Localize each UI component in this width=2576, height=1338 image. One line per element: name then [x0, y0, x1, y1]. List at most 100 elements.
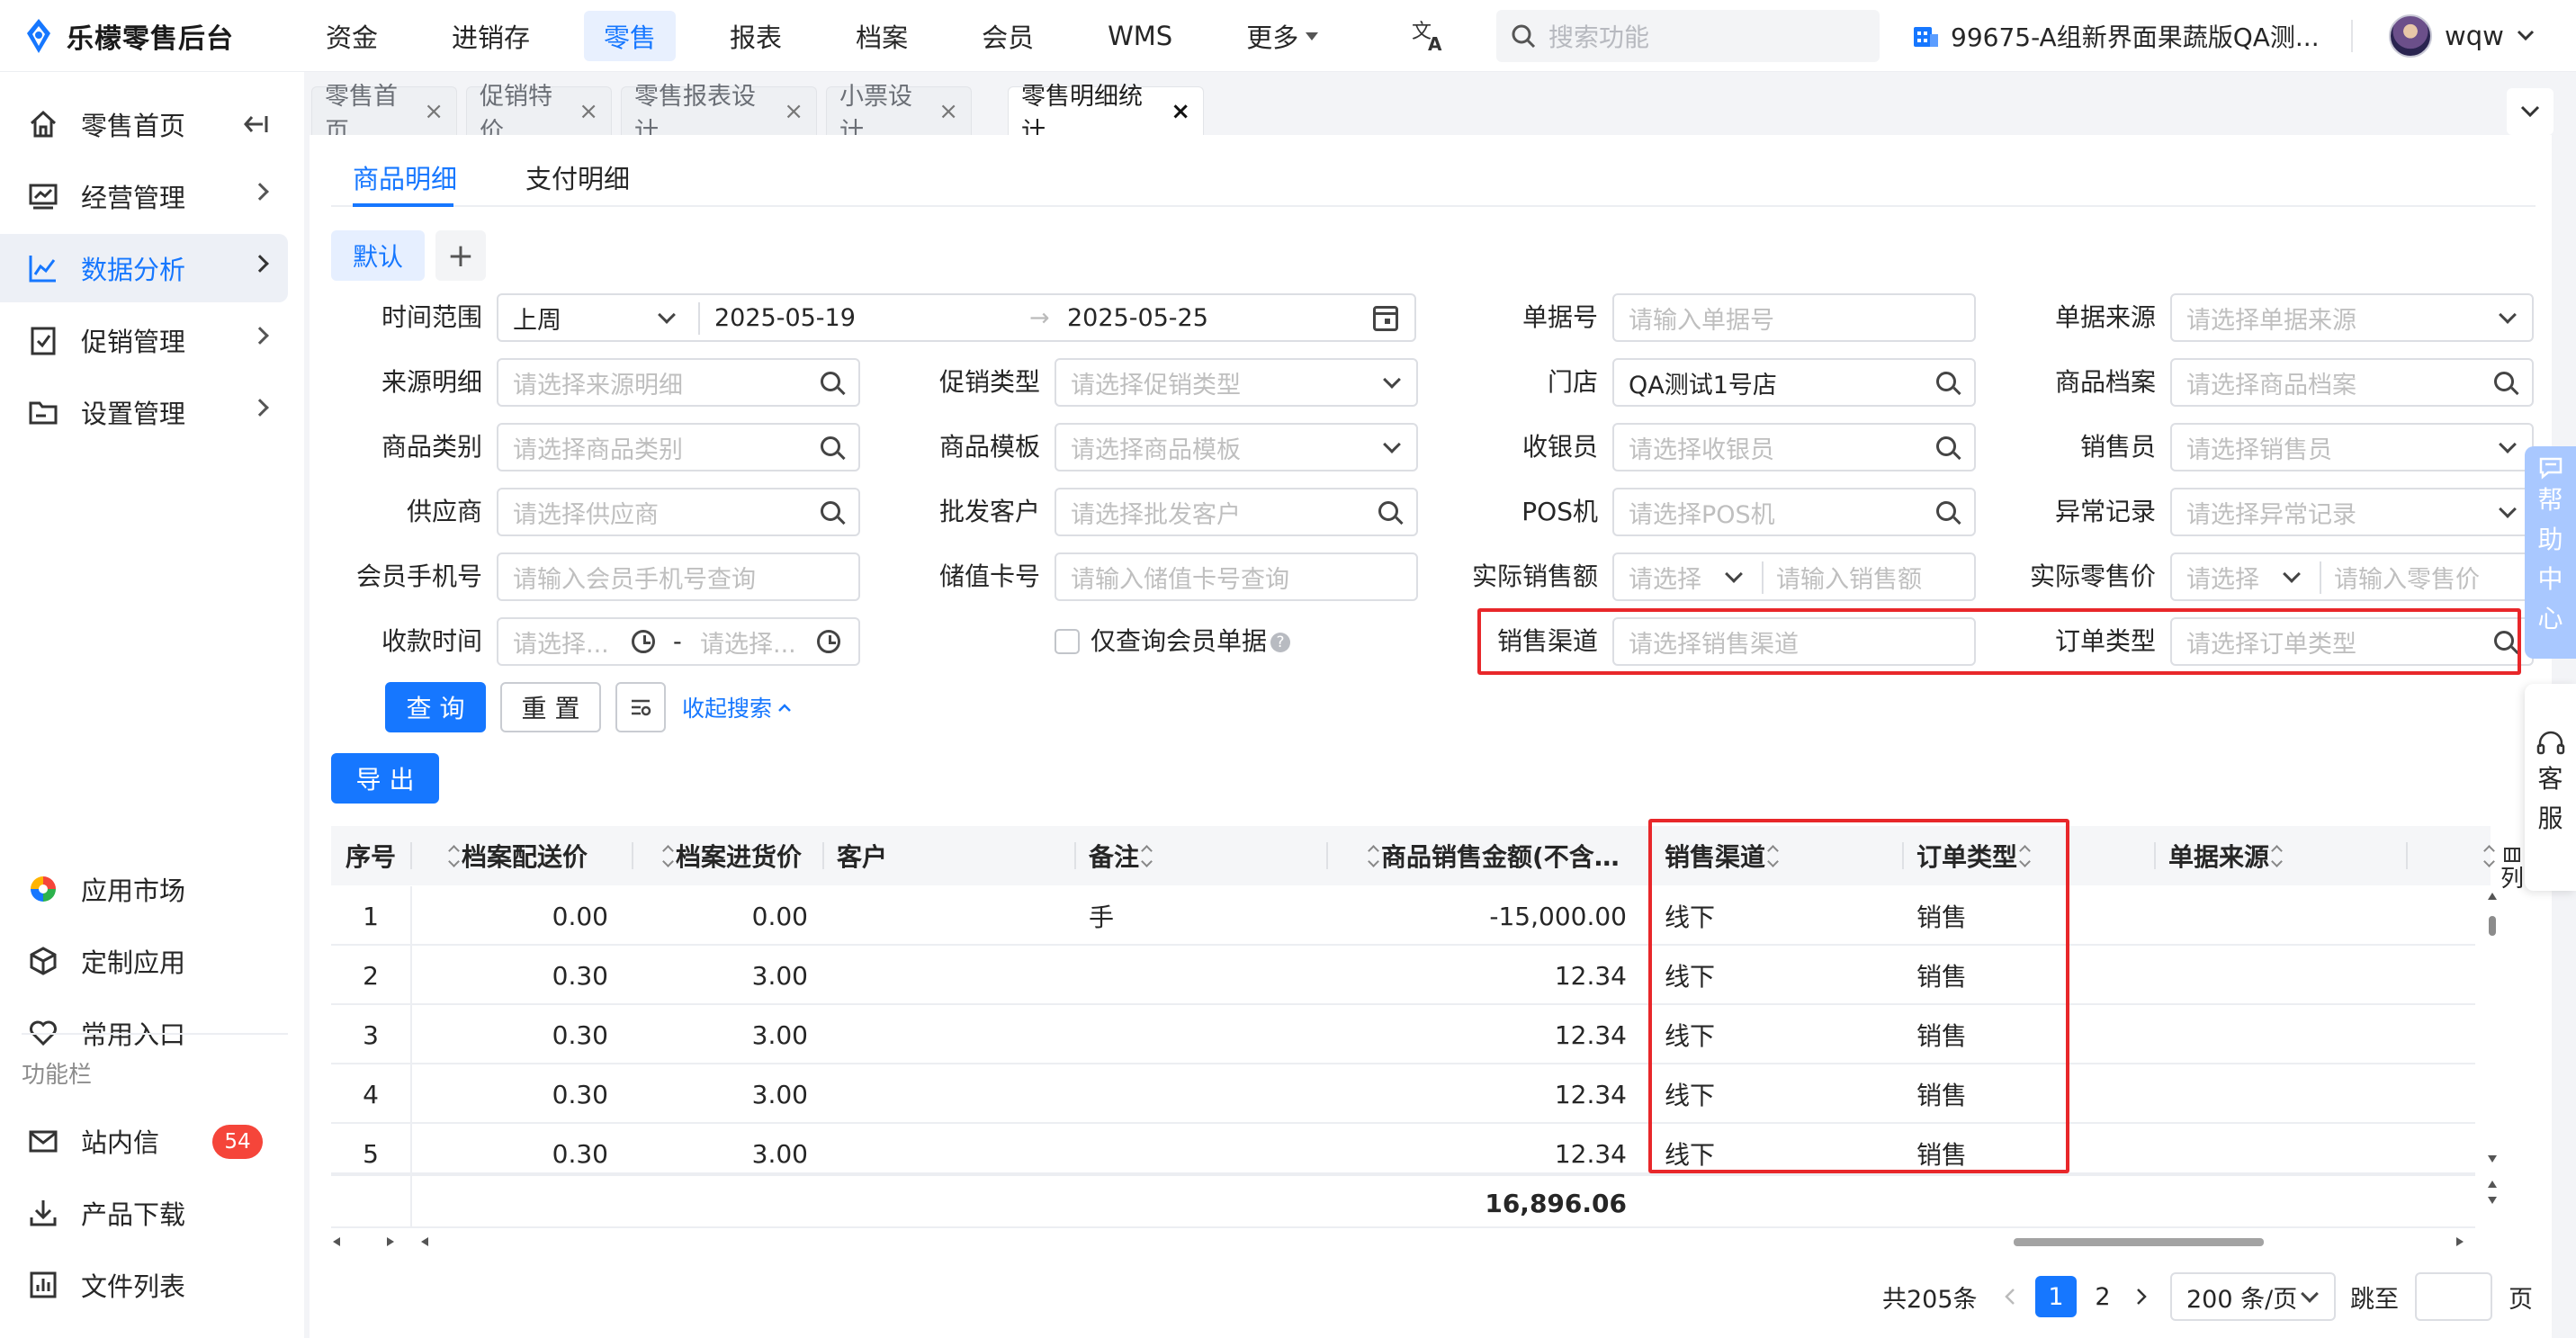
- pagination-prev[interactable]: [2003, 1272, 2017, 1321]
- column-header-amount[interactable]: 商品销售金额(不含…: [1366, 826, 1627, 885]
- source-detail-select[interactable]: 请选择来源明细: [497, 358, 860, 407]
- search-input[interactable]: 搜索功能: [1548, 18, 1649, 54]
- sidebar-item-operations[interactable]: 经营管理: [0, 162, 288, 230]
- table-row[interactable]: 3 0.30 3.00 12.34 线下 销售: [331, 1005, 2475, 1064]
- top-nav-wms[interactable]: WMS: [1088, 11, 1192, 61]
- doc-source-select[interactable]: 请选择单据来源: [2170, 293, 2534, 342]
- table-row[interactable]: 5 0.30 3.00 12.34 线下 销售: [331, 1124, 2475, 1174]
- table-row[interactable]: 4 0.30 3.00 12.34 线下 销售: [331, 1064, 2475, 1124]
- customer-service-tab[interactable]: 客 服: [2525, 684, 2576, 891]
- member-phone-input[interactable]: 请输入会员手机号查询: [497, 552, 860, 601]
- filter-settings-button[interactable]: [615, 682, 666, 732]
- order-type-select[interactable]: 请选择订单类型: [2170, 617, 2534, 666]
- end-date[interactable]: 2025-05-25: [1067, 304, 1208, 332]
- template-select[interactable]: 请选择商品模板: [1055, 423, 1418, 471]
- preset-default[interactable]: 默认: [331, 230, 425, 281]
- wholesale-select[interactable]: 请选择批发客户: [1055, 488, 1418, 536]
- sidebar-item-data-analysis[interactable]: 数据分析: [0, 234, 288, 302]
- member-only-checkbox[interactable]: [1055, 629, 1080, 654]
- sort-icon[interactable]: [1368, 844, 1379, 867]
- top-nav-inventory[interactable]: 进销存: [432, 11, 550, 61]
- table-row[interactable]: 2 0.30 3.00 12.34 线下 销售: [331, 946, 2475, 1005]
- cashier-select[interactable]: 请选择收银员: [1612, 423, 1976, 471]
- sidebar-item-file-list[interactable]: 文件列表: [0, 1251, 288, 1319]
- tab-report-design[interactable]: 零售报表设计 ×: [621, 83, 817, 146]
- actual-price-range[interactable]: 请选择 请输入零售价: [2170, 552, 2534, 601]
- help-center-tab[interactable]: 帮 助 中 心: [2525, 446, 2576, 659]
- close-icon[interactable]: ×: [1171, 98, 1190, 125]
- user-menu[interactable]: wqw: [2389, 11, 2535, 61]
- column-header-source[interactable]: 单据来源: [2168, 826, 2348, 885]
- abnormal-select[interactable]: 请选择异常记录: [2170, 488, 2534, 536]
- sort-icon[interactable]: [448, 844, 460, 867]
- channel-input[interactable]: 请选择销售渠道: [1612, 617, 1976, 666]
- sidebar-item-custom-app[interactable]: 定制应用: [0, 927, 288, 995]
- add-preset-button[interactable]: +: [435, 230, 486, 281]
- stored-card-input[interactable]: 请输入储值卡号查询: [1055, 552, 1418, 601]
- table-row[interactable]: 1 0.00 0.00 手 -15,000.00 线下 销售: [331, 886, 2475, 946]
- close-icon[interactable]: ×: [579, 98, 598, 125]
- time-range-picker[interactable]: 上周 2025-05-19 → 2025-05-25: [497, 293, 1416, 342]
- column-header-dist-price[interactable]: 档案配送价: [446, 826, 617, 885]
- sidebar-item-settings[interactable]: 设置管理: [0, 378, 288, 446]
- logo[interactable]: 乐檬零售后台: [23, 14, 234, 58]
- pos-select[interactable]: 请选择POS机: [1612, 488, 1976, 536]
- translate-icon[interactable]: 文A: [1408, 16, 1448, 56]
- time-range-preset[interactable]: 上周: [513, 301, 561, 336]
- sidebar-item-messages[interactable]: 站内信 54: [0, 1107, 288, 1175]
- operator-select[interactable]: 请选择: [2186, 560, 2259, 595]
- sidebar-item-app-market[interactable]: 应用市场: [0, 855, 288, 923]
- collapse-search-link[interactable]: 收起搜索: [682, 693, 792, 722]
- collapse-sidebar-icon[interactable]: [243, 113, 268, 141]
- calendar-icon[interactable]: [1373, 306, 1398, 331]
- tab-product-detail[interactable]: 商品明细: [353, 158, 457, 196]
- store-switcher[interactable]: 99675-A组新界面果蔬版QA测...: [1911, 13, 2320, 59]
- help-icon[interactable]: ?: [1270, 633, 1291, 652]
- column-setting-button[interactable]: 列: [2500, 846, 2525, 894]
- sort-icon[interactable]: [1767, 844, 1779, 867]
- horizontal-scrollbar[interactable]: [331, 1229, 2491, 1251]
- sort-icon[interactable]: [1141, 844, 1153, 867]
- top-nav-retail[interactable]: 零售: [584, 11, 677, 61]
- sort-icon[interactable]: [2019, 844, 2031, 867]
- pay-time-range[interactable]: 请选择... - 请选择...: [497, 617, 860, 666]
- actual-price-input[interactable]: 请输入零售价: [2334, 560, 2480, 595]
- search-box[interactable]: 搜索功能: [1496, 10, 1880, 62]
- tab-receipt-design[interactable]: 小票设计 ×: [826, 83, 972, 146]
- salesperson-select[interactable]: 请选择销售员: [2170, 423, 2534, 471]
- product-file-select[interactable]: 请选择商品档案: [2170, 358, 2534, 407]
- column-header-purchase-price[interactable]: 档案进货价: [660, 826, 822, 885]
- sidebar-item-retail-home[interactable]: 零售首页: [0, 90, 288, 158]
- promo-type-select[interactable]: 请选择促销类型: [1055, 358, 1418, 407]
- column-header-remark[interactable]: 备注: [1089, 826, 1269, 885]
- actual-sales-input[interactable]: 请输入销售额: [1776, 560, 1922, 595]
- column-header-channel[interactable]: 销售渠道: [1665, 826, 1889, 885]
- sort-icon[interactable]: [662, 844, 674, 867]
- reset-button[interactable]: 重 置: [500, 682, 601, 732]
- category-select[interactable]: 请选择商品类别: [497, 423, 860, 471]
- top-nav-more[interactable]: 更多: [1226, 11, 1338, 61]
- sidebar-item-promotion[interactable]: 促销管理: [0, 306, 288, 374]
- supplier-select[interactable]: 请选择供应商: [497, 488, 860, 536]
- close-icon[interactable]: ×: [784, 98, 803, 125]
- pay-time-end[interactable]: 请选择...: [700, 624, 796, 660]
- doc-no-input[interactable]: 请输入单据号: [1612, 293, 1976, 342]
- tab-retail-home[interactable]: 零售首页 ×: [311, 83, 457, 146]
- start-date[interactable]: 2025-05-19: [714, 304, 856, 332]
- page-2[interactable]: 2: [2089, 1272, 2116, 1321]
- top-nav-member[interactable]: 会员: [962, 11, 1054, 61]
- query-button[interactable]: 查 询: [385, 682, 486, 732]
- tabs-dropdown[interactable]: [2507, 88, 2554, 135]
- pagination-next[interactable]: [2134, 1272, 2149, 1321]
- top-nav-archive[interactable]: 档案: [836, 11, 928, 61]
- page-1[interactable]: 1: [2035, 1276, 2077, 1317]
- tab-promo-special[interactable]: 促销特价 ×: [466, 83, 612, 146]
- close-icon[interactable]: ×: [424, 98, 444, 125]
- store-select[interactable]: QA测试1号店: [1612, 358, 1976, 407]
- sidebar-item-product-download[interactable]: 产品下载: [0, 1179, 288, 1247]
- actual-sales-range[interactable]: 请选择 请输入销售额: [1612, 552, 1976, 601]
- close-icon[interactable]: ×: [938, 98, 958, 125]
- operator-select[interactable]: 请选择: [1629, 560, 1701, 595]
- column-header-order-type[interactable]: 订单类型: [1916, 826, 2096, 885]
- tab-payment-detail[interactable]: 支付明细: [525, 158, 630, 196]
